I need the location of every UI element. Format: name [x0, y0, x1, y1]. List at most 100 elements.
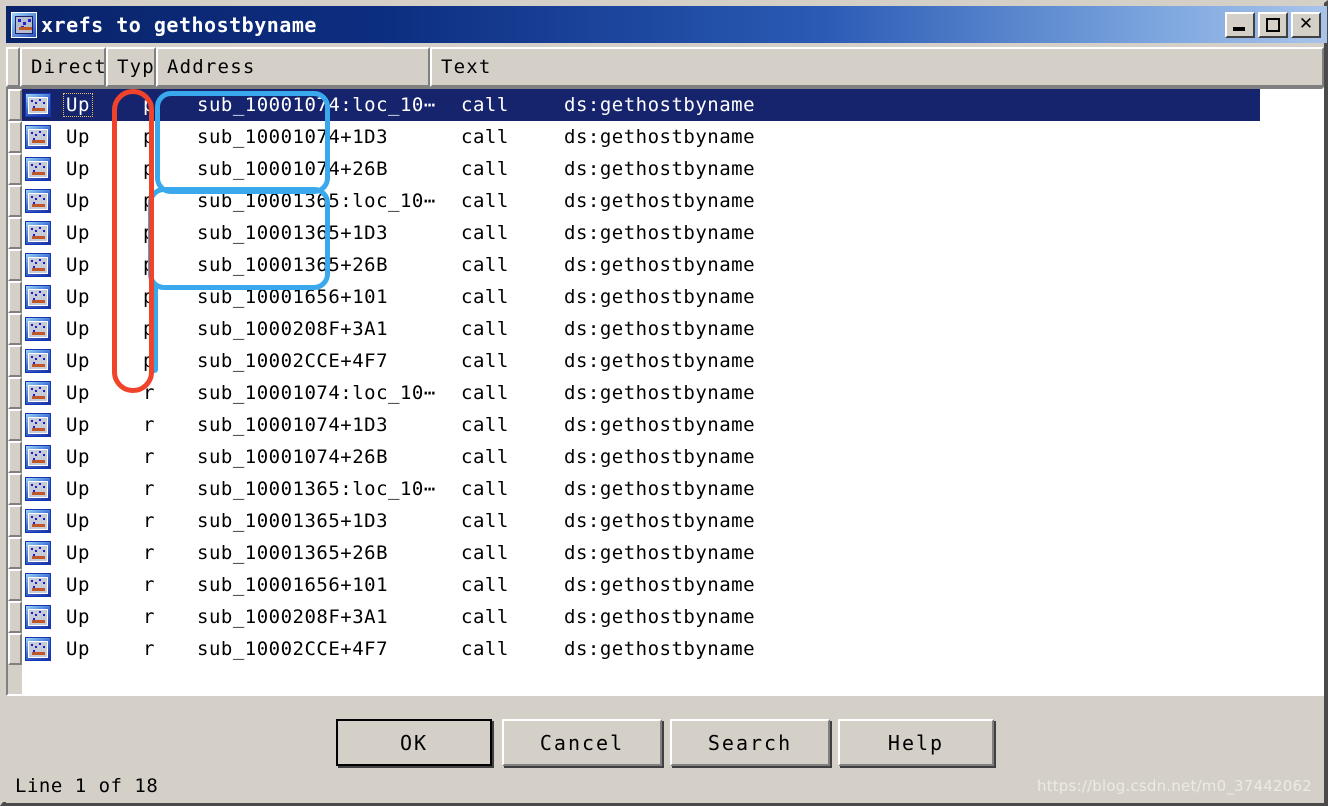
cell-address: sub_10001074:loc_10⋯ [197, 94, 436, 116]
direction-value: Up [66, 478, 90, 500]
search-button[interactable]: Search [670, 719, 830, 766]
operand: ds:gethostbyname [564, 254, 756, 276]
cell-address: sub_10002CCE+4F7 [197, 350, 389, 372]
cell-direction: Up [51, 286, 137, 308]
direction-value: Up [66, 222, 90, 244]
mnemonic: call [461, 542, 509, 564]
direction-value: Up [66, 158, 90, 180]
minimize-icon[interactable] [1225, 11, 1255, 38]
column-header-address[interactable]: Address [156, 47, 430, 87]
cell-text: call ds:gethostbyname [461, 158, 1322, 180]
xref-icon [25, 253, 51, 277]
operand: ds:gethostbyname [564, 478, 756, 500]
window-title: xrefs to gethostbyname [41, 12, 317, 37]
table-row[interactable]: Up p sub_10001074:loc_10⋯ call ds:gethostbyn… [22, 89, 1260, 121]
table-row[interactable]: Up r sub_10001074+26B call ds:gethostbyname [22, 441, 1322, 473]
table-row[interactable]: Up r sub_10001656+101 call ds:gethostbyname [22, 569, 1322, 601]
maximize-icon[interactable] [1258, 11, 1288, 38]
xref-icon [25, 349, 51, 373]
table-row[interactable]: Up p sub_10001365:loc_10⋯ call ds:gethostbyn… [22, 185, 1322, 217]
table-row[interactable]: Up r sub_10001074+1D3 call ds:gethostbyname [22, 409, 1322, 441]
operand: ds:gethostbyname [564, 510, 756, 532]
cell-address: sub_1000208F+3A1 [197, 606, 389, 628]
cell-text: call ds:gethostbyname [461, 222, 1322, 244]
table-row[interactable]: Up r sub_1000208F+3A1 call ds:gethostbyname [22, 601, 1322, 633]
direction-value: Up [66, 542, 90, 564]
cell-address: sub_10001656+101 [197, 286, 389, 308]
xref-icon [25, 541, 51, 565]
cell-text: call ds:gethostbyname [461, 414, 1322, 436]
xref-icon [25, 381, 51, 405]
mnemonic: call [461, 638, 509, 660]
operand: ds:gethostbyname [564, 222, 756, 244]
close-icon[interactable]: ✕ [1291, 11, 1321, 38]
cell-type: p [143, 222, 155, 244]
xrefs-list[interactable]: Up p sub_10001074:loc_10⋯ call ds:gethostbyn… [6, 87, 1324, 696]
cell-type: r [143, 510, 155, 532]
cell-direction: Up [51, 318, 137, 340]
table-row[interactable]: Up r sub_10001365+1D3 call ds:gethostbyname [22, 505, 1322, 537]
cell-type: r [143, 478, 155, 500]
cell-text: call ds:gethostbyname [461, 94, 1260, 116]
table-row[interactable]: Up p sub_10001656+101 call ds:gethostbyname [22, 281, 1322, 313]
title-bar[interactable]: xrefs to gethostbyname ✕ [6, 6, 1327, 43]
mnemonic: call [461, 94, 509, 116]
operand: ds:gethostbyname [564, 350, 756, 372]
mnemonic: call [461, 318, 509, 340]
mnemonic: call [461, 222, 509, 244]
xref-icon [25, 317, 51, 341]
cell-address: sub_10001365+1D3 [197, 222, 389, 244]
direction-value: Up [66, 286, 90, 308]
table-row[interactable]: Up r sub_10001365:loc_10⋯ call ds:gethostbyn… [22, 473, 1322, 505]
table-row[interactable]: Up p sub_10001365+26B call ds:gethostbyname [22, 249, 1322, 281]
operand: ds:gethostbyname [564, 606, 756, 628]
cell-type: p [143, 254, 155, 276]
table-row[interactable]: Up r sub_10001365+26B call ds:gethostbyname [22, 537, 1322, 569]
direction-value: Up [66, 414, 90, 436]
cell-type: r [143, 574, 155, 596]
cell-type: r [143, 606, 155, 628]
gutter-block [8, 89, 22, 121]
cancel-button[interactable]: Cancel [502, 719, 662, 766]
direction-value: Up [63, 93, 93, 117]
cell-address: sub_10001656+101 [197, 574, 389, 596]
cell-direction: Up [51, 126, 137, 148]
xref-icon [25, 605, 51, 629]
cell-type: p [143, 190, 155, 212]
table-row[interactable]: Up r sub_10001074:loc_10⋯ call ds:gethostbyn… [22, 377, 1322, 409]
gutter-block [8, 441, 22, 473]
direction-value: Up [66, 350, 90, 372]
cell-address: sub_10001074+1D3 [197, 126, 389, 148]
column-header-type[interactable]: Typ [106, 47, 156, 87]
gutter-block [8, 633, 22, 665]
table-row[interactable]: Up r sub_10002CCE+4F7 call ds:gethostbyname [22, 633, 1322, 665]
mnemonic: call [461, 158, 509, 180]
help-button[interactable]: Help [838, 719, 994, 766]
table-row[interactable]: Up p sub_10001074+26B call ds:gethostbyname [22, 153, 1322, 185]
cell-address: sub_10001074+1D3 [197, 414, 389, 436]
ok-button[interactable]: OK [336, 719, 492, 766]
cell-type: r [143, 542, 155, 564]
xref-icon [25, 637, 51, 661]
column-header-text[interactable]: Text [430, 47, 1324, 87]
cell-text: call ds:gethostbyname [461, 350, 1322, 372]
xref-icon [25, 93, 51, 117]
table-row[interactable]: Up p sub_1000208F+3A1 call ds:gethostbyname [22, 313, 1322, 345]
cell-direction: Up [51, 382, 137, 404]
table-row[interactable]: Up p sub_10001365+1D3 call ds:gethostbyname [22, 217, 1322, 249]
cell-text: call ds:gethostbyname [461, 510, 1322, 532]
column-header-direction[interactable]: Directi [20, 47, 106, 87]
table-row[interactable]: Up p sub_10002CCE+4F7 call ds:gethostbyname [22, 345, 1322, 377]
mnemonic: call [461, 414, 509, 436]
mnemonic: call [461, 382, 509, 404]
operand: ds:gethostbyname [564, 318, 756, 340]
cell-direction: Up [51, 478, 137, 500]
cell-text: call ds:gethostbyname [461, 286, 1322, 308]
line-counter: Line 1 of 18 [15, 775, 159, 797]
cell-address: sub_10001365:loc_10⋯ [197, 190, 436, 212]
cell-type: r [143, 638, 155, 660]
cell-text: call ds:gethostbyname [461, 478, 1322, 500]
direction-value: Up [66, 446, 90, 468]
list-gutter [8, 89, 22, 694]
table-row[interactable]: Up p sub_10001074+1D3 call ds:gethostbyname [22, 121, 1322, 153]
